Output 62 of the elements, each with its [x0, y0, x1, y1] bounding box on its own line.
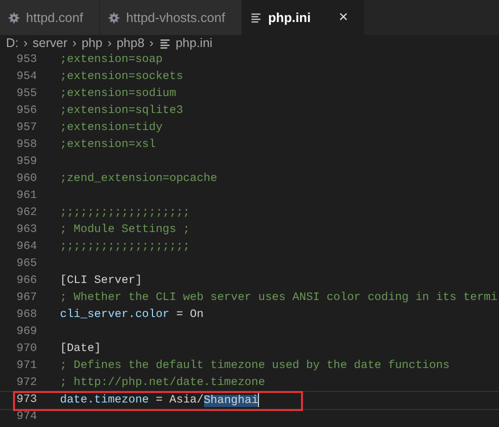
code-comment: ;extension=sqlite3	[60, 105, 184, 117]
text-cursor	[258, 392, 260, 407]
equals-sign: =	[156, 394, 163, 407]
equals-sign: =	[176, 309, 184, 321]
editor-tab[interactable]: php.ini ×	[242, 0, 366, 35]
breadcrumb-item[interactable]: D:	[6, 34, 18, 53]
line-number: 958	[15, 138, 37, 153]
line-number: 966	[15, 274, 37, 289]
breadcrumb-separator: ›	[107, 35, 112, 52]
file-lines-icon	[158, 38, 171, 50]
code-comment: ;extension=xsl	[60, 139, 156, 151]
line-number: 970	[15, 342, 37, 357]
line-number: 960	[15, 172, 37, 187]
line-number: 959	[15, 154, 37, 170]
setting-value: On	[190, 309, 204, 321]
line-number: 973	[15, 392, 37, 408]
line-number: 974	[15, 410, 37, 425]
code-comment: ; Whether the CLI web server uses ANSI color coding in its termi	[60, 292, 498, 304]
selected-text: Shanghai	[204, 394, 258, 407]
gear-icon	[108, 12, 120, 24]
line-number: 963	[15, 222, 37, 238]
breadcrumb-item[interactable]: php.ini	[176, 34, 212, 53]
code-comment: ;extension=sodium	[60, 88, 176, 100]
editor-tab[interactable]: httpd.conf	[0, 0, 100, 35]
file-lines-icon	[250, 12, 262, 24]
code-comment: ;extension=tidy	[60, 122, 163, 134]
code-comment: ; Defines the default timezone used by the date functions	[60, 360, 450, 372]
line-number: 969	[15, 324, 37, 340]
setting-key: cli_server.color	[60, 309, 170, 321]
line-number: 961	[15, 188, 37, 204]
breadcrumb-item[interactable]: php	[82, 34, 102, 53]
section-header: [CLI Server]	[60, 275, 142, 287]
code-comment: ; Module Settings ;	[60, 224, 190, 236]
breadcrumb-item[interactable]: php8	[116, 34, 144, 53]
code-comment: ;;;;;;;;;;;;;;;;;;;	[60, 241, 190, 253]
line-number: 954	[15, 70, 37, 85]
line-number: 953	[15, 52, 37, 68]
code-comment: ;;;;;;;;;;;;;;;;;;;	[60, 207, 190, 219]
gear-icon	[8, 12, 20, 24]
editor-tab[interactable]: httpd-vhosts.conf	[100, 0, 242, 35]
line-number: 972	[15, 376, 37, 391]
breadcrumb-separator: ›	[149, 35, 154, 52]
code-comment: ;extension=soap	[60, 54, 163, 66]
setting-value: Asia/	[169, 394, 204, 407]
code-comment: ;extension=sockets	[60, 71, 184, 83]
line-number: 965	[15, 256, 37, 272]
line-number: 968	[15, 308, 37, 323]
line-number: 971	[15, 358, 37, 374]
line-number: 967	[15, 290, 37, 306]
line-number: 955	[15, 86, 37, 102]
code-comment: ;zend_extension=opcache	[60, 173, 218, 185]
line-number: 962	[15, 206, 37, 221]
line-number: 964	[15, 240, 37, 255]
setting-key: date.timezone	[60, 394, 149, 407]
section-header: [Date]	[60, 343, 102, 355]
breadcrumb-separator: ›	[72, 35, 77, 52]
line-number: 956	[15, 104, 37, 119]
code-comment: ; http://php.net/date.timezone	[60, 377, 266, 389]
line-number: 957	[15, 120, 37, 136]
breadcrumb-separator: ›	[24, 35, 28, 52]
breadcrumb-item[interactable]: server	[32, 34, 68, 53]
close-button[interactable]: ×	[338, 10, 348, 26]
